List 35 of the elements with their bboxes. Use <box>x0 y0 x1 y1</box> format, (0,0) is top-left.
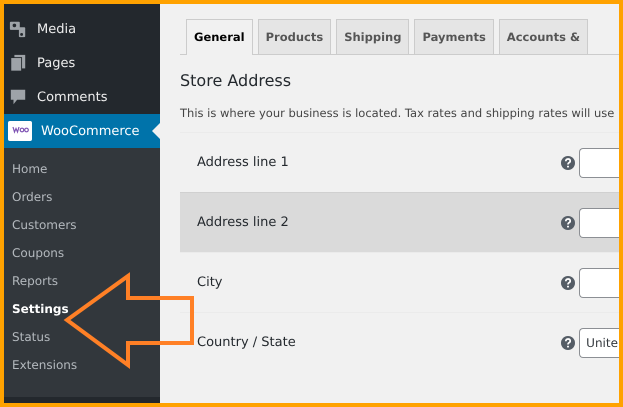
help-icon[interactable] <box>561 216 575 230</box>
woocommerce-menu-item[interactable]: WooCommerce <box>4 114 160 148</box>
settings-tab[interactable]: Payments <box>414 19 494 54</box>
menu-item[interactable]: Pages <box>4 46 160 80</box>
section-heading: Store Address <box>180 71 292 90</box>
comment-icon <box>9 88 27 106</box>
text-input[interactable] <box>579 208 619 238</box>
country-select[interactable]: Unite <box>579 328 619 358</box>
submenu-item[interactable]: Extensions <box>4 351 160 379</box>
text-input[interactable] <box>579 268 619 298</box>
submenu-item[interactable]: Status <box>4 323 160 351</box>
submenu-item[interactable]: Home <box>4 155 160 183</box>
settings-tab[interactable]: Products <box>258 19 332 54</box>
menu-item[interactable]: Comments <box>4 80 160 114</box>
help-icon[interactable] <box>561 156 575 170</box>
media-icon <box>9 20 27 38</box>
menu-item[interactable]: Media <box>4 12 160 46</box>
text-input[interactable] <box>579 148 619 178</box>
settings-tab[interactable]: Shipping <box>336 19 410 54</box>
pages-icon <box>9 54 27 72</box>
field-label: City <box>197 275 224 290</box>
help-icon[interactable] <box>561 336 576 350</box>
woo-logo-icon <box>8 121 32 141</box>
submenu-item[interactable]: Coupons <box>4 239 160 267</box>
settings-tab[interactable]: General <box>186 19 253 55</box>
help-icon[interactable] <box>561 276 575 290</box>
field-label: Address line 1 <box>197 155 290 170</box>
submenu-item[interactable]: Orders <box>4 183 160 211</box>
field-label: Country / State <box>197 335 297 350</box>
settings-tab[interactable]: Accounts & <box>498 19 588 54</box>
section-description: This is where your business is located. Tax rates and shipping rates will use <box>180 106 616 120</box>
submenu-item[interactable]: Reports <box>4 267 160 295</box>
field-label: Address line 2 <box>197 215 290 230</box>
submenu-item[interactable]: Settings <box>4 295 160 323</box>
submenu-item[interactable]: Customers <box>4 211 160 239</box>
